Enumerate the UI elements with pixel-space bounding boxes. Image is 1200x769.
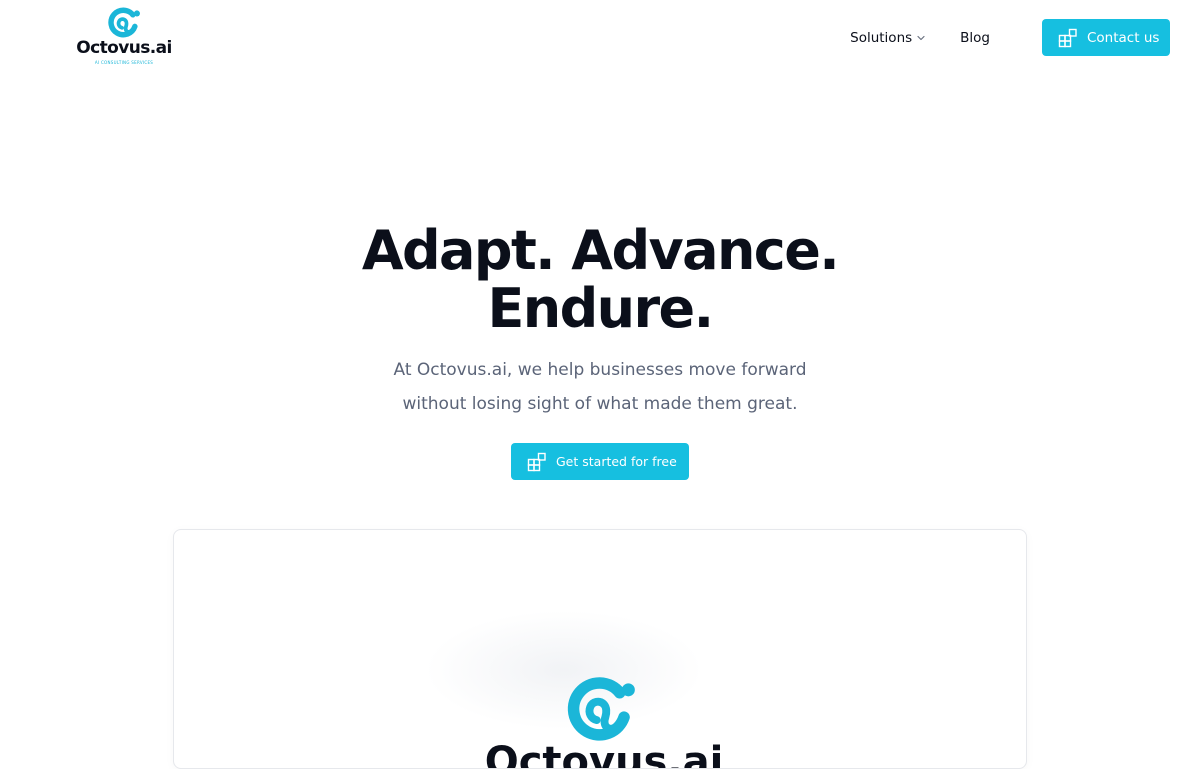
hero-title-line-1: Adapt. Advance. xyxy=(361,219,840,282)
brand-tagline: AI CONSULTING SERVICES xyxy=(94,60,154,65)
chevron-down-icon xyxy=(917,35,925,40)
preview-brand-name: Octovus.ai xyxy=(484,739,724,769)
contact-us-button[interactable]: Contact us xyxy=(1042,19,1170,56)
contact-us-label: Contact us xyxy=(1087,29,1160,46)
hero-title-line-2: Endure. xyxy=(487,277,715,340)
get-started-button[interactable]: Get started for free xyxy=(511,443,689,480)
main-nav: Solutions Blog Contact us xyxy=(850,19,1170,56)
brand-name: Octovus.ai xyxy=(76,38,172,58)
nav-blog[interactable]: Blog xyxy=(960,30,990,46)
octovus-logo-icon xyxy=(567,677,635,741)
product-preview-card: Octovus.ai xyxy=(173,529,1027,769)
squares-icon xyxy=(527,452,546,471)
nav-solutions-label: Solutions xyxy=(850,29,913,46)
hero-subtitle-line-2: without losing sight of what made them g… xyxy=(402,394,798,414)
brand-logo[interactable]: Octovus.ai AI CONSULTING SERVICES xyxy=(74,6,174,68)
site-header: Octovus.ai AI CONSULTING SERVICES Soluti… xyxy=(0,0,1200,80)
hero-subtitle-line-1: At Octovus.ai, we help businesses move f… xyxy=(393,360,807,380)
nav-solutions[interactable]: Solutions xyxy=(850,30,926,46)
get-started-label: Get started for free xyxy=(556,454,677,469)
squares-icon xyxy=(1058,28,1077,47)
octovus-logo-icon xyxy=(108,7,140,38)
hero-title: Adapt. Advance. Endure. xyxy=(0,222,1200,338)
preview-glow xyxy=(424,610,704,730)
hero-subtitle: At Octovus.ai, we help businesses move f… xyxy=(0,353,1200,421)
